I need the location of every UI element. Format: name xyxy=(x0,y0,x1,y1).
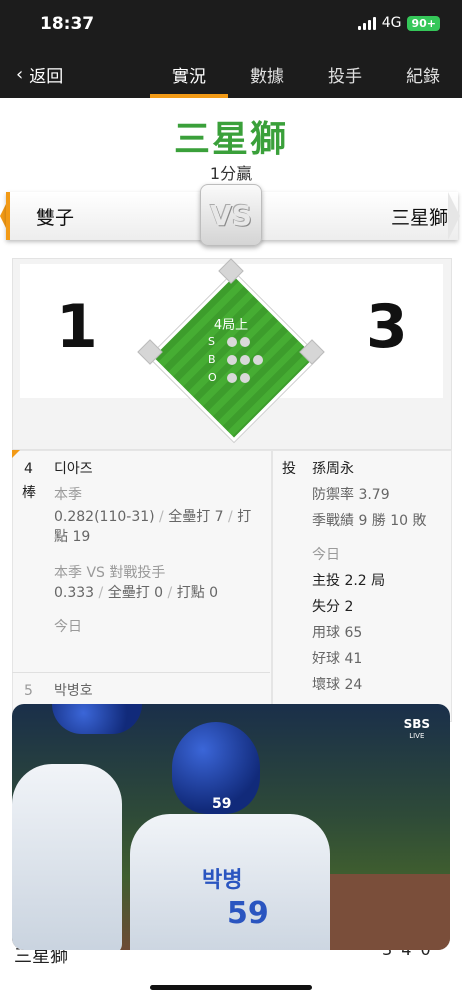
batter-season-label: 本季 xyxy=(54,487,82,503)
status-indicators: 4G 90+ xyxy=(357,15,440,31)
strike-dot xyxy=(240,336,250,347)
broadcaster-name: SBS xyxy=(403,717,430,731)
home-score: 3 xyxy=(366,292,408,362)
ball-dot xyxy=(240,354,250,365)
home-team-arrow xyxy=(448,192,460,240)
home-team-bar[interactable]: 三星獅 xyxy=(258,192,458,240)
next-batter-name[interactable]: 박병호 xyxy=(54,680,93,702)
pitcher-today-label: 今日 xyxy=(312,547,340,563)
batter-season-rbi-a: 打 xyxy=(237,509,252,525)
pitcher-strikes: 好球 41 xyxy=(312,651,363,667)
pitcher-runs: 失分 2 xyxy=(312,599,354,615)
strike-count: S xyxy=(208,335,250,348)
batter-vs-rbi: 打點 0 xyxy=(176,585,219,601)
back-label: 返回 xyxy=(29,67,64,87)
tab-bar: 實況 數據 投手 紀錄 xyxy=(150,62,462,87)
pitcher-era: 防禦率 3.79 xyxy=(312,487,390,503)
live-label: LIVE xyxy=(409,732,425,740)
batter-vs-avg: 0.333 xyxy=(54,585,95,601)
home-indicator[interactable] xyxy=(150,985,312,990)
strike-dot xyxy=(227,336,237,347)
inning-label: 4局上 xyxy=(213,318,249,333)
out-dot xyxy=(240,372,250,383)
chevron-left-icon: ‹ xyxy=(16,64,24,85)
player-left xyxy=(12,764,122,950)
jersey-letters: 박병 xyxy=(202,868,243,893)
batter-season-line: 0.282(110-31) / 全壘打 7 / 打 xyxy=(54,509,252,525)
battery-icon: 90+ xyxy=(407,15,440,31)
pitcher-record: 季戰績 9 勝 10 敗 xyxy=(312,513,427,529)
batter-season-avg: 0.282(110-31) xyxy=(54,509,155,525)
video-player[interactable]: 59 박병 59 SBS LIVE xyxy=(12,704,450,950)
pitcher-name[interactable]: 孫周永 xyxy=(312,458,354,480)
home-team-name: 三星獅 xyxy=(390,206,448,229)
ball-label: B xyxy=(208,353,216,366)
ball-dot xyxy=(253,354,263,365)
batter-season-rbi-b: 點 19 xyxy=(54,529,91,545)
away-team-bar[interactable]: 雙子 xyxy=(6,192,210,240)
current-batter-flag xyxy=(12,450,20,458)
batter-vs-line: 0.333 / 全壘打 0 / 打點 0 xyxy=(54,585,219,601)
batter-order-suffix: 棒 xyxy=(22,485,36,501)
pitcher-innings: 主投 2.2 局 xyxy=(312,573,386,589)
broadcaster-logo: SBS LIVE xyxy=(404,718,430,742)
network-label: 4G xyxy=(381,15,402,31)
out-dot xyxy=(227,372,237,383)
out-count: O xyxy=(208,371,250,384)
top-bar: 18:37 4G 90+ ‹ 返回 實況 數據 投手 紀錄 xyxy=(0,0,462,98)
status-time: 18:37 xyxy=(40,14,95,34)
batter-season-hr: 全壘打 7 xyxy=(168,509,224,525)
batter-order: 4 xyxy=(24,461,33,477)
batter-divider xyxy=(12,672,270,673)
batter-vs-hr: 全壘打 0 xyxy=(107,585,164,601)
back-button[interactable]: ‹ 返回 xyxy=(16,62,63,87)
pitcher-balls: 壞球 24 xyxy=(312,677,363,693)
next-batter-order: 5 xyxy=(24,683,33,699)
jersey-number-back: 59 xyxy=(227,896,269,931)
tab-stats[interactable]: 數據 xyxy=(228,62,306,87)
vs-badge: VS xyxy=(200,184,262,246)
away-score: 1 xyxy=(56,292,98,362)
helmet-left xyxy=(52,704,142,734)
win-margin: 1分贏 xyxy=(209,164,253,183)
pitcher-label: 投 xyxy=(282,461,296,477)
winner-team: 三星獅 xyxy=(173,119,288,160)
tab-pitcher[interactable]: 投手 xyxy=(306,62,384,87)
active-tab-indicator xyxy=(150,94,228,98)
away-team-name: 雙子 xyxy=(36,206,75,229)
tab-live[interactable]: 實況 xyxy=(150,62,228,87)
batter-vs-label: 本季 VS 對戰投手 xyxy=(54,565,166,581)
jersey-number-helmet: 59 xyxy=(212,796,232,812)
ball-dot xyxy=(227,354,237,365)
signal-icon xyxy=(357,16,376,30)
batter-today-label: 今日 xyxy=(54,619,82,635)
batter-name[interactable]: 디아즈 xyxy=(54,458,93,480)
strike-label: S xyxy=(208,335,215,348)
ball-count: B xyxy=(208,353,263,366)
pitcher-pitches: 用球 65 xyxy=(312,625,363,641)
out-label: O xyxy=(208,371,217,384)
tab-record[interactable]: 紀錄 xyxy=(384,62,462,87)
